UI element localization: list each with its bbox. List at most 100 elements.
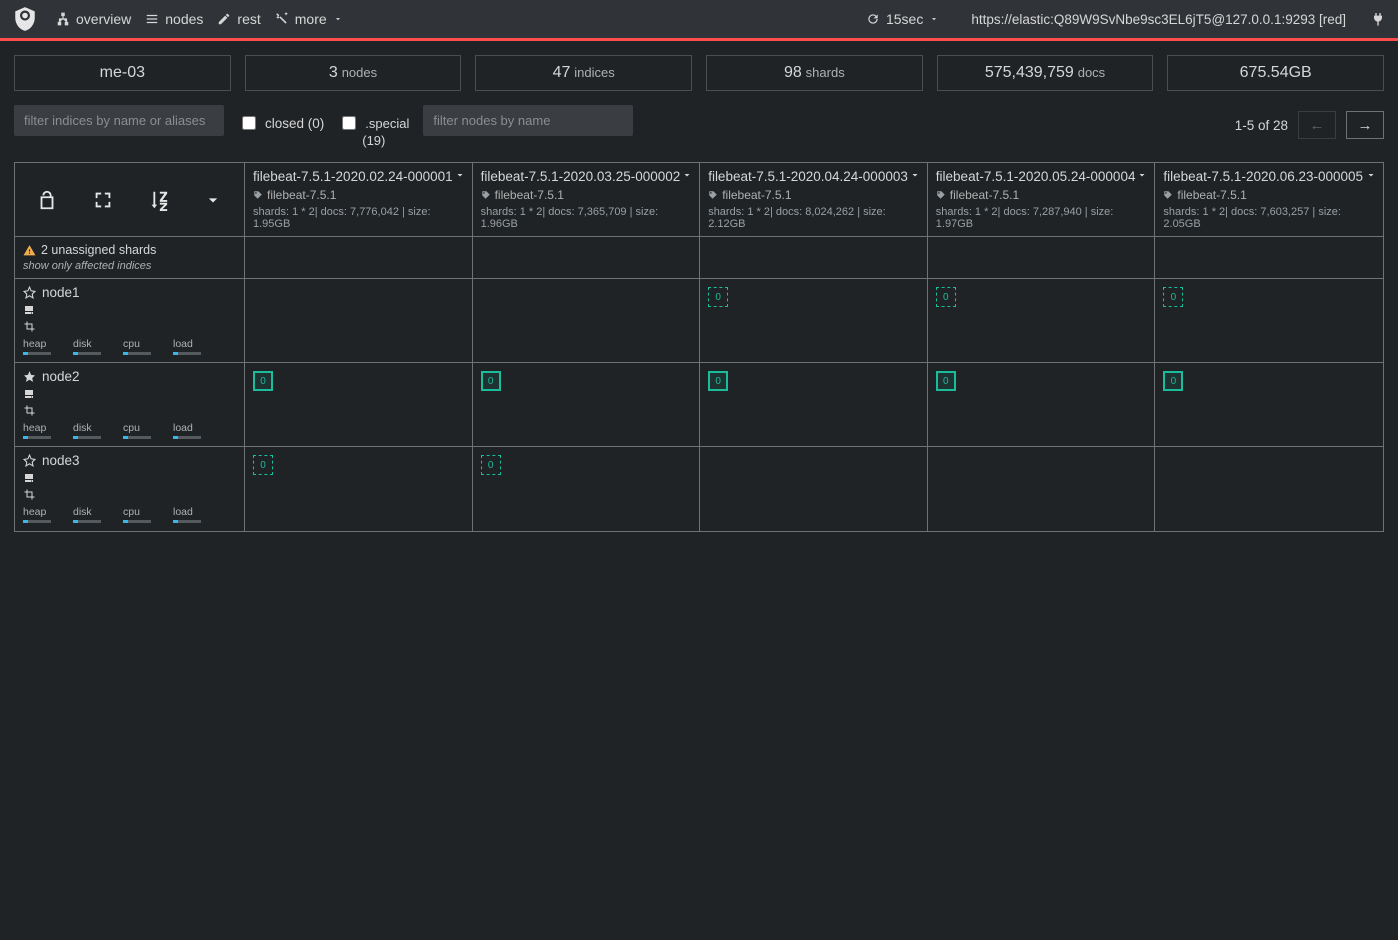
index-menu-icon[interactable] xyxy=(1365,169,1377,181)
stat-indices: 47 indices xyxy=(475,55,692,91)
index-menu-icon[interactable] xyxy=(909,169,921,181)
shard-cell: 0 xyxy=(245,363,473,447)
index-name[interactable]: filebeat-7.5.1-2020.06.23-000005 xyxy=(1163,169,1375,184)
shard-replica[interactable]: 0 xyxy=(936,287,956,307)
unlock-icon[interactable] xyxy=(36,189,58,211)
empty-cell xyxy=(700,237,928,279)
tag-icon xyxy=(936,190,946,200)
index-name[interactable]: filebeat-7.5.1-2020.02.24-000001 xyxy=(253,169,464,184)
shard-primary[interactable]: 0 xyxy=(1163,371,1183,391)
filter-indices-input[interactable] xyxy=(14,105,224,136)
plug-icon xyxy=(1370,11,1386,27)
shard-replica[interactable]: 0 xyxy=(1163,287,1183,307)
shard-primary[interactable]: 0 xyxy=(253,371,273,391)
node-row-node3: node3 heap disk cpu load xyxy=(15,447,245,531)
index-name[interactable]: filebeat-7.5.1-2020.03.25-000002 xyxy=(481,169,692,184)
nav-nodes[interactable]: nodes xyxy=(145,11,203,27)
disconnect-button[interactable] xyxy=(1370,11,1386,27)
shard-replica[interactable]: 0 xyxy=(253,455,273,475)
nav-more[interactable]: more xyxy=(275,11,343,27)
stat-size: 675.54GB xyxy=(1167,55,1384,91)
shard-cell xyxy=(928,447,1156,531)
show-affected-link[interactable]: show only affected indices xyxy=(23,260,236,272)
disk-icon xyxy=(23,388,35,400)
expand-icon[interactable] xyxy=(92,189,114,211)
stat-cluster-name: me-03 xyxy=(14,55,231,91)
node-row-node1: node1 heap disk cpu load xyxy=(15,279,245,363)
index-header-4: filebeat-7.5.1-2020.06.23-000005 filebea… xyxy=(1155,163,1383,237)
shard-primary[interactable]: 0 xyxy=(936,371,956,391)
empty-cell xyxy=(1155,237,1383,279)
nav-overview-label: overview xyxy=(76,11,131,27)
crop-icon xyxy=(23,488,35,500)
warning-icon xyxy=(23,244,36,257)
tag-icon xyxy=(253,190,263,200)
shard-replica[interactable]: 0 xyxy=(481,455,501,475)
pager-next[interactable]: → xyxy=(1346,111,1384,139)
filter-special-checkbox[interactable]: .special (19) xyxy=(338,113,409,148)
caret-down-icon[interactable] xyxy=(203,190,223,210)
caret-down-icon xyxy=(929,14,939,24)
index-header-2: filebeat-7.5.1-2020.04.24-000003 filebea… xyxy=(700,163,928,237)
shard-cell xyxy=(1155,447,1383,531)
index-stats: shards: 1 * 2| docs: 7,287,940 | size: 1… xyxy=(936,206,1147,230)
node-row-node2: node2 heap disk cpu load xyxy=(15,363,245,447)
index-stats: shards: 1 * 2| docs: 8,024,262 | size: 2… xyxy=(708,206,919,230)
list-icon xyxy=(145,12,159,26)
node-name-label[interactable]: node2 xyxy=(42,369,80,384)
allocation-grid: filebeat-7.5.1-2020.02.24-000001 filebea… xyxy=(14,162,1384,532)
shard-cell: 0 xyxy=(928,279,1156,363)
index-header-0: filebeat-7.5.1-2020.02.24-000001 filebea… xyxy=(245,163,473,237)
unassigned-warning: 2 unassigned shards show only affected i… xyxy=(15,237,245,279)
shard-cell: 0 xyxy=(245,447,473,531)
index-menu-icon[interactable] xyxy=(681,169,693,181)
shard-cell: 0 xyxy=(473,447,701,531)
refresh-icon xyxy=(866,12,880,26)
index-name[interactable]: filebeat-7.5.1-2020.05.24-000004 xyxy=(936,169,1147,184)
grid-tools xyxy=(15,163,245,237)
filter-closed-checkbox[interactable]: closed (0) xyxy=(238,113,324,133)
pager-range: 1-5 of 28 xyxy=(1235,118,1288,133)
sort-alpha-icon[interactable] xyxy=(147,189,169,211)
shard-cell: 0 xyxy=(700,279,928,363)
nav-more-label: more xyxy=(295,11,327,27)
empty-cell xyxy=(473,237,701,279)
index-stats: shards: 1 * 2| docs: 7,603,257 | size: 2… xyxy=(1163,206,1375,230)
pager: 1-5 of 28 ← → xyxy=(1235,111,1384,139)
disk-icon xyxy=(23,304,35,316)
shard-cell: 0 xyxy=(700,363,928,447)
star-filled-icon xyxy=(23,370,36,383)
index-menu-icon[interactable] xyxy=(454,169,466,181)
empty-cell xyxy=(245,237,473,279)
nav-rest-label: rest xyxy=(237,11,260,27)
index-alias: filebeat-7.5.1 xyxy=(936,188,1147,202)
star-outline-icon xyxy=(23,454,36,467)
navbar: overview nodes rest more 15sec https://e… xyxy=(0,0,1398,38)
nav-overview[interactable]: overview xyxy=(56,11,131,27)
shard-primary[interactable]: 0 xyxy=(481,371,501,391)
app-logo[interactable] xyxy=(12,6,38,32)
index-name[interactable]: filebeat-7.5.1-2020.04.24-000003 xyxy=(708,169,919,184)
filter-nodes-input[interactable] xyxy=(423,105,633,136)
stat-docs: 575,439,759 docs xyxy=(937,55,1154,91)
shard-replica[interactable]: 0 xyxy=(708,287,728,307)
index-alias: filebeat-7.5.1 xyxy=(708,188,919,202)
caret-down-icon xyxy=(333,14,343,24)
stat-shards: 98 shards xyxy=(706,55,923,91)
shard-cell xyxy=(473,279,701,363)
refresh-label: 15sec xyxy=(886,11,923,27)
refresh-interval[interactable]: 15sec xyxy=(866,11,939,27)
crop-icon xyxy=(23,404,35,416)
node-name-label[interactable]: node1 xyxy=(42,285,80,300)
index-menu-icon[interactable] xyxy=(1136,169,1148,181)
wand-icon xyxy=(275,12,289,26)
empty-cell xyxy=(928,237,1156,279)
index-header-1: filebeat-7.5.1-2020.03.25-000002 filebea… xyxy=(473,163,701,237)
node-name-label[interactable]: node3 xyxy=(42,453,80,468)
shard-cell: 0 xyxy=(473,363,701,447)
tag-icon xyxy=(481,190,491,200)
pager-prev[interactable]: ← xyxy=(1298,111,1336,139)
nav-rest[interactable]: rest xyxy=(217,11,260,27)
shard-cell xyxy=(245,279,473,363)
shard-primary[interactable]: 0 xyxy=(708,371,728,391)
